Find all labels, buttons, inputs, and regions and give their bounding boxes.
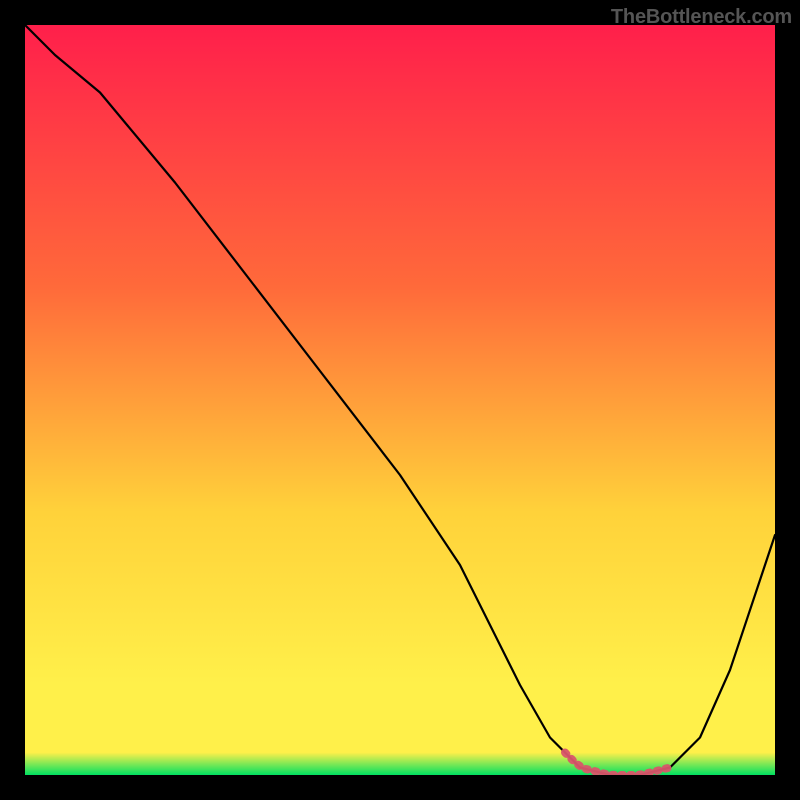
bottleneck-curve-chart — [25, 25, 775, 775]
chart-canvas: TheBottleneck.com — [0, 0, 800, 800]
plot-area — [25, 25, 775, 775]
